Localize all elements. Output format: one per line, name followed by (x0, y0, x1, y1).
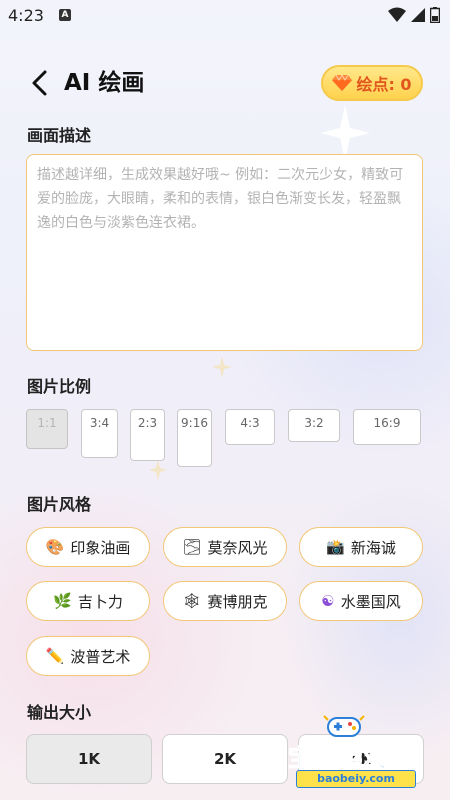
palette-icon: 🎨 (45, 538, 65, 556)
camera-icon: 📸 (326, 538, 345, 556)
description-box (26, 154, 423, 351)
style-chip-label: 水墨国风 (340, 592, 401, 611)
ratio-option-1-1[interactable]: 1:1 (26, 409, 68, 449)
mist-icon: 🌫 (182, 538, 202, 556)
leaf-icon: 🌿 (53, 592, 72, 610)
ratio-option-4-3[interactable]: 4:3 (225, 409, 275, 445)
pencil-icon: ✏️ (45, 647, 65, 665)
background-decoration (0, 105, 450, 800)
style-section-title: 图片风格 (27, 495, 92, 514)
page-title: AI 绘画 (64, 70, 145, 96)
back-arrow-icon[interactable] (26, 68, 56, 98)
yin-yang-icon: ☯ (321, 592, 335, 610)
wifi-icon (388, 7, 406, 22)
style-chip-cyberpunk[interactable]: 🕸 赛博朋克 (163, 581, 287, 621)
style-chip-label: 新海诚 (350, 538, 396, 557)
style-chip-label: 赛博朋克 (207, 592, 268, 611)
gamepad-logo-icon (323, 715, 365, 737)
ratio-option-3-2[interactable]: 3:2 (288, 409, 340, 442)
spider-web-icon: 🕸 (182, 592, 202, 610)
signal-icon (411, 8, 425, 22)
status-time: 4:23 (8, 6, 44, 25)
header: AI 绘画 绘点: 0 (0, 58, 450, 108)
battery-icon (430, 7, 440, 23)
notification-icon: A (59, 9, 71, 21)
ratio-section-title: 图片比例 (27, 377, 92, 396)
style-chip-pop-art[interactable]: ✏️ 波普艺术 (26, 636, 150, 676)
ratio-option-2-3[interactable]: 2:3 (130, 409, 165, 461)
points-badge[interactable]: 绘点: 0 (321, 65, 423, 101)
style-chip-impression-oil[interactable]: 🎨 印象油画 (26, 527, 150, 567)
style-chip-label: 吉卜力 (77, 592, 123, 611)
style-chip-ghibli[interactable]: 🌿 吉卜力 (26, 581, 150, 621)
status-indicators (388, 7, 440, 23)
watermark-url: baobeiy.com (296, 770, 416, 788)
ratio-option-9-16[interactable]: 9:16 (177, 409, 212, 467)
watermark: 宝贝游戏网 baobeiy.com (276, 712, 446, 796)
style-chip-shinkai[interactable]: 📸 新海诚 (299, 527, 423, 567)
ratio-option-3-4[interactable]: 3:4 (81, 409, 118, 458)
points-label: 绘点: 0 (356, 75, 412, 94)
style-chip-label: 波普艺术 (70, 647, 131, 666)
style-chip-label: 印象油画 (70, 538, 131, 557)
diamond-icon (332, 74, 353, 91)
status-bar: 4:23 A (0, 0, 450, 32)
size-option-1k[interactable]: 1K (26, 734, 152, 784)
description-section-title: 画面描述 (27, 126, 92, 145)
ratio-option-16-9[interactable]: 16:9 (353, 409, 421, 445)
size-section-title: 输出大小 (27, 703, 92, 722)
style-chip-ink-wash[interactable]: ☯ 水墨国风 (299, 581, 423, 621)
description-input[interactable] (37, 163, 412, 342)
style-chip-label: 莫奈风光 (207, 538, 268, 557)
style-chip-monet[interactable]: 🌫 莫奈风光 (163, 527, 287, 567)
watermark-text: 宝贝游戏网 (288, 744, 413, 773)
size-option-2k[interactable]: 2K (162, 734, 288, 784)
